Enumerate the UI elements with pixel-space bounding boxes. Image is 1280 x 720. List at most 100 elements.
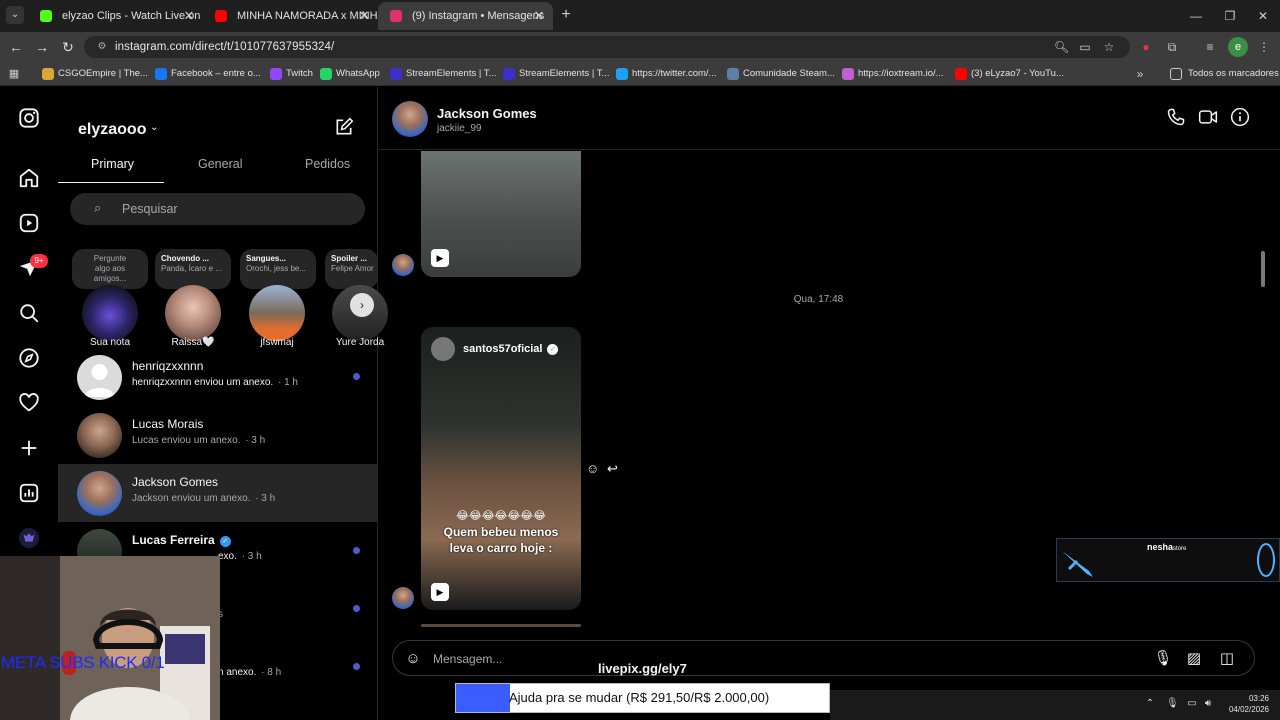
conversation-item[interactable]: henriqzxxnnn henriqzxxnnn enviou um anex… (58, 348, 378, 406)
bookmark-item[interactable]: CSGOEmpire | The... (42, 66, 148, 82)
image-upload-icon[interactable]: ▨ (1184, 649, 1204, 669)
notifications-heart-icon[interactable] (18, 392, 40, 414)
bookmark-label: StreamElements | T... (519, 68, 610, 79)
story-avatar[interactable] (165, 285, 221, 341)
emoji-icon[interactable]: ☺ (403, 649, 423, 669)
clock-time[interactable]: 03:26 (1225, 694, 1269, 703)
brand-text: nesha (1147, 542, 1174, 552)
more-bookmarks-icon[interactable]: » (1130, 64, 1150, 84)
note-title: Chovendo ... (161, 254, 209, 263)
bookmark-item[interactable]: (3) eLyzao7 - YouTu... (955, 66, 1064, 82)
verified-badge-icon: ✓ (547, 344, 559, 355)
extension-icon[interactable]: ● (1136, 37, 1156, 57)
chevron-right-icon[interactable]: › (350, 293, 374, 317)
reel-icon: ▶ (431, 583, 449, 601)
bookmark-label: https://twitter.com/... (632, 68, 717, 79)
browser-menu-icon[interactable]: ⋮ (1254, 37, 1274, 57)
conversation-item[interactable]: Lucas Morais Lucas enviou um anexo. · 3 … (58, 406, 378, 464)
zoom-icon[interactable]: 🔍︎ (1054, 40, 1069, 54)
install-app-icon[interactable]: ▭ (1078, 40, 1092, 54)
bookmark-item[interactable]: WhatsApp (320, 66, 380, 82)
bookmark-item[interactable]: StreamElements | T... (503, 66, 609, 82)
bookmark-favicon-icon (320, 68, 332, 80)
close-icon[interactable]: ✕ (356, 2, 372, 30)
site-info-icon[interactable]: ⚙ (94, 39, 110, 55)
note-bubble[interactable]: Chovendo ... Panda, Ícaro e ... (155, 249, 231, 289)
reel-author-avatar (431, 337, 455, 361)
minimize-button[interactable]: — (1179, 0, 1213, 32)
media-control-icon[interactable]: ≡ (1200, 37, 1220, 57)
tray-chevron-icon[interactable]: ⌃ (1144, 698, 1156, 710)
own-note-avatar[interactable] (82, 285, 138, 341)
react-emoji-icon[interactable]: ☺ (586, 461, 599, 476)
bookmark-item[interactable]: https://twitter.com/... (616, 66, 716, 82)
name-text: Lucas Ferreira (132, 533, 215, 547)
own-note-bubble[interactable]: Pergunte algo aos amigos... (72, 249, 148, 289)
bookmark-item[interactable]: https://ioxtream.io/... (842, 66, 944, 82)
tab-instagram[interactable]: (9) Instagram • Mensagens ✕ (378, 2, 553, 30)
message-composer[interactable]: ☺ Mensagem... 🎙︎ ▨ ◫ (392, 640, 1255, 676)
microphone-icon[interactable]: 🎙︎ (1153, 649, 1173, 669)
window-close-button[interactable]: ✕ (1246, 0, 1280, 32)
phone-call-icon[interactable] (1165, 107, 1187, 129)
maximize-button[interactable]: ❐ (1213, 0, 1247, 32)
close-icon[interactable]: ✕ (531, 2, 547, 30)
note-bubble[interactable]: Sangues... Orochi, jess be... (240, 249, 316, 289)
explore-icon[interactable] (18, 347, 40, 369)
microphone-tray-icon[interactable]: 🎙︎ (1166, 698, 1179, 710)
kick-icon (40, 10, 52, 22)
shared-reel[interactable]: ▶ (421, 151, 581, 277)
address-bar[interactable]: ⚙ instagram.com/direct/t/101077637955324… (84, 36, 1130, 58)
extensions-puzzle-icon[interactable]: ⧉ (1162, 37, 1182, 57)
tab-kick[interactable]: elyzao Clips - Watch Live on Kic ✕ (28, 2, 203, 30)
bookmark-item[interactable]: Twitch (270, 66, 313, 82)
preview-time: · 3 h (255, 493, 276, 504)
chevron-down-icon[interactable]: ⌄ (150, 122, 158, 133)
back-button[interactable]: ← (6, 37, 26, 57)
close-icon[interactable]: ✕ (181, 2, 197, 30)
apps-grid-icon[interactable]: ▦ (4, 64, 24, 84)
volume-icon[interactable]: 🔊︎ (1202, 698, 1214, 710)
note-title: Spoiler ... (331, 254, 368, 263)
chat-contact-name[interactable]: Jackson Gomes (437, 106, 537, 121)
conversation-item-selected[interactable]: Jackson Gomes Jackson enviou um anexo. ·… (58, 464, 378, 522)
tab-search-icon[interactable]: ⌄ (6, 6, 24, 24)
all-bookmarks-folder[interactable]: Todos os marcadores (1170, 66, 1279, 82)
bookmark-item[interactable]: Facebook – entre o... (155, 66, 261, 82)
message-input[interactable]: Mensagem... (433, 641, 502, 677)
tab-requests[interactable]: Pedidos (305, 157, 350, 171)
search-input[interactable]: ⌕ Pesquisar (70, 193, 365, 225)
reel-author[interactable]: santos57oficial ✓ (463, 343, 559, 355)
new-tab-button[interactable]: + (556, 5, 576, 25)
search-icon[interactable] (18, 302, 40, 324)
create-icon[interactable] (18, 437, 40, 459)
profile-avatar[interactable]: e (1228, 37, 1248, 57)
home-icon[interactable] (18, 167, 40, 189)
bookmark-item[interactable]: Comunidade Steam... (727, 66, 835, 82)
note-bubble[interactable]: Spoiler ... Felipe Amor (325, 249, 378, 289)
forward-button[interactable]: → (32, 37, 52, 57)
reels-icon[interactable] (18, 212, 40, 234)
profile-avatar-icon[interactable] (18, 527, 40, 549)
shared-reel[interactable]: santos57oficial ✓ 😂😂😂😂😂😂😂 Quem bebeu meno… (421, 327, 581, 610)
reply-icon[interactable]: ↩ (607, 461, 618, 477)
dashboard-icon[interactable] (18, 482, 40, 504)
tab-youtube[interactable]: MINHA NAMORADA x MINHA ✕ (203, 2, 378, 30)
scrollbar-thumb[interactable] (1261, 251, 1265, 287)
sticker-icon[interactable]: ◫ (1217, 649, 1237, 669)
bookmark-label: CSGOEmpire | The... (58, 68, 148, 79)
bookmark-star-icon[interactable]: ☆ (1102, 40, 1116, 54)
network-icon[interactable]: ▭ (1186, 698, 1198, 710)
tab-primary[interactable]: Primary (91, 157, 134, 171)
bookmark-item[interactable]: StreamElements | T... (390, 66, 496, 82)
story-avatar[interactable] (249, 285, 305, 341)
chat-avatar[interactable] (392, 101, 428, 137)
conversation-info-icon[interactable] (1229, 107, 1251, 129)
instagram-logo-icon[interactable] (18, 107, 40, 129)
tab-general[interactable]: General (198, 157, 242, 171)
new-message-icon[interactable] (332, 117, 356, 141)
reload-button[interactable]: ↻ (58, 37, 78, 57)
account-switcher[interactable]: elyzaooo (78, 121, 146, 139)
clock-date[interactable]: 04/02/2026 (1215, 705, 1269, 714)
video-call-icon[interactable] (1197, 107, 1219, 129)
